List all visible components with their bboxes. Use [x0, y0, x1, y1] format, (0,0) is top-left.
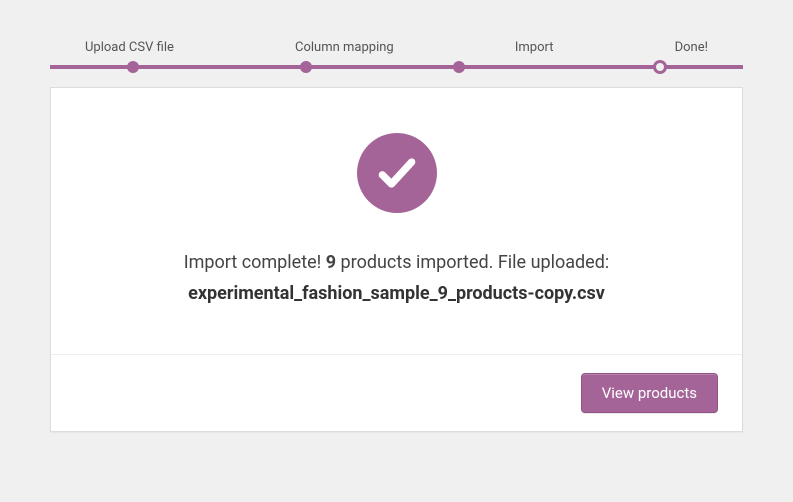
summary-suffix: products imported. File uploaded: — [336, 252, 609, 273]
uploaded-filename: experimental_fashion_sample_9_products-c… — [91, 283, 702, 304]
success-check-icon — [357, 133, 437, 213]
progress-dot-done — [653, 60, 667, 74]
step-label-done: Done! — [675, 40, 708, 55]
step-label-mapping: Column mapping — [295, 40, 394, 55]
view-products-button[interactable]: View products — [581, 373, 718, 413]
import-summary-text: Import complete! 9 products imported. Fi… — [91, 248, 702, 279]
step-label-upload: Upload CSV file — [85, 40, 174, 55]
summary-prefix: Import complete! — [184, 252, 326, 273]
step-label-import: Import — [515, 40, 554, 55]
import-result-card: Import complete! 9 products imported. Fi… — [50, 87, 743, 432]
summary-count: 9 — [326, 252, 336, 273]
progress-dot-import — [453, 61, 465, 73]
progress-dot-mapping — [300, 61, 312, 73]
progress-bar — [50, 65, 743, 69]
progress-steps: Upload CSV file Column mapping Import Do… — [0, 0, 793, 87]
progress-dot-upload — [127, 61, 139, 73]
